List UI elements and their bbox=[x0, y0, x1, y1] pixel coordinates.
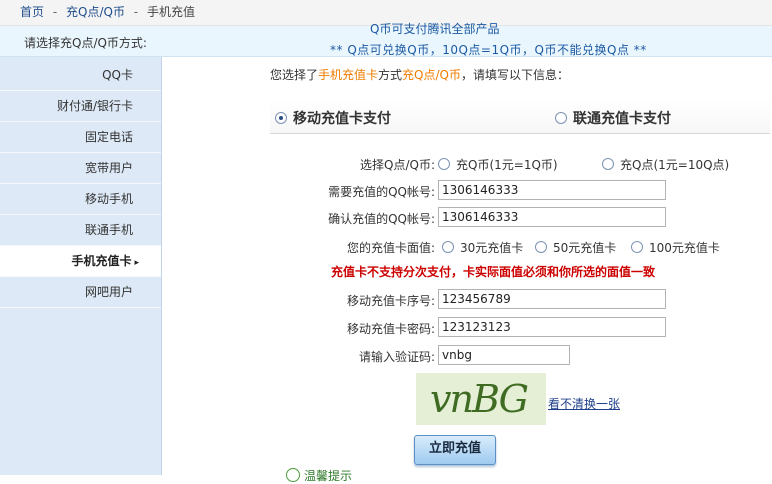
pay-option-mobile-label: 移动充值卡支付 bbox=[293, 111, 391, 127]
form-row-password: 移动充值卡密码: bbox=[162, 317, 772, 339]
sidebar-item-fixed-phone[interactable]: 固定电话 bbox=[0, 122, 161, 153]
face-option-30[interactable]: 30元充值卡 bbox=[442, 239, 523, 256]
captcha-input[interactable] bbox=[438, 345, 570, 365]
sidebar-item-netcafe[interactable]: 网吧用户 bbox=[0, 277, 161, 308]
payment-type-bar: 移动充值卡支付 联通充值卡支付 bbox=[270, 99, 770, 134]
qq-account-label: 需要充值的QQ帐号: bbox=[328, 185, 435, 199]
card-password-input[interactable] bbox=[438, 317, 666, 337]
select-type-label: 选择Q点/Q币: bbox=[360, 158, 435, 172]
radio-icon[interactable] bbox=[535, 241, 547, 253]
form-row-captcha: 请输入验证码: bbox=[162, 345, 772, 367]
qq-account-input[interactable] bbox=[438, 180, 666, 200]
form-row-serial: 移动充值卡序号: bbox=[162, 289, 772, 311]
form-row-qq: 需要充值的QQ帐号: bbox=[162, 180, 772, 202]
sidebar-item-mobile[interactable]: 移动手机 bbox=[0, 184, 161, 215]
card-password-label: 移动充值卡密码: bbox=[346, 322, 435, 336]
radio-icon[interactable] bbox=[555, 112, 567, 124]
recharge-method-label: 请选择充Q点/Q币方式: bbox=[24, 36, 147, 50]
card-serial-label: 移动充值卡序号: bbox=[346, 294, 435, 308]
intro-mid: 方式 bbox=[378, 68, 403, 82]
radio-icon[interactable] bbox=[602, 158, 614, 170]
face-value-label: 您的充值卡面值: bbox=[346, 241, 435, 255]
tip-icon bbox=[286, 468, 300, 482]
face-value-warning: 充值卡不支持分次支付，卡实际面值必须和你所选的面值一致 bbox=[331, 265, 656, 279]
captcha-image: vnBG bbox=[416, 373, 546, 425]
form-row-face-value: 您的充值卡面值: 30元充值卡 50元充值卡 100元充值卡 bbox=[162, 236, 772, 258]
pay-option-unicom-label: 联通充值卡支付 bbox=[573, 111, 671, 127]
sidebar-item-unicom[interactable]: 联通手机 bbox=[0, 215, 161, 246]
captcha-image-text: vnBG bbox=[430, 377, 529, 421]
breadcrumb-separator: - bbox=[133, 5, 139, 19]
pay-option-mobile[interactable]: 移动充值卡支付 bbox=[275, 108, 391, 128]
main-panel: 您选择了手机充值卡方式充Q点/Q币，请填写以下信息： 移动充值卡支付 联通充值卡… bbox=[162, 57, 772, 483]
notice-banner: 请选择充Q点/Q币方式: Q币可支付腾讯全部产品 ** Q点可兑换Q币，10Q点… bbox=[0, 22, 772, 57]
radio-icon[interactable] bbox=[442, 241, 454, 253]
face-option-100[interactable]: 100元充值卡 bbox=[631, 239, 720, 256]
captcha-label: 请输入验证码: bbox=[358, 350, 435, 364]
intro-suffix: ，请填写以下信息： bbox=[460, 68, 569, 82]
breadcrumb-home-link[interactable]: 首页 bbox=[20, 5, 44, 19]
breadcrumb-separator: - bbox=[52, 5, 58, 19]
breadcrumb-current: 手机充值 bbox=[146, 5, 195, 19]
face-option-50[interactable]: 50元充值卡 bbox=[535, 239, 616, 256]
notice-text-line1: Q币可支付腾讯全部产品 bbox=[370, 22, 500, 36]
radio-icon[interactable] bbox=[631, 241, 643, 253]
sidebar-item-broadband[interactable]: 宽带用户 bbox=[0, 153, 161, 184]
form-row-qq-confirm: 确认充值的QQ帐号: bbox=[162, 207, 772, 229]
sidebar-item-phone-card[interactable]: 手机充值卡 ▸ bbox=[0, 246, 161, 277]
form-row-select-type: 选择Q点/Q币: 充Q币(1元=1Q币) 充Q点(1元=10Q点) bbox=[162, 153, 772, 175]
submit-button[interactable]: 立即充值 bbox=[414, 435, 496, 465]
active-arrow-icon: ▸ bbox=[134, 258, 139, 268]
sidebar-item-label: 手机充值卡 bbox=[71, 254, 132, 268]
intro-product: 充Q点/Q币 bbox=[402, 68, 461, 82]
intro-prefix: 您选择了 bbox=[270, 68, 319, 82]
captcha-refresh-link[interactable]: 看不清换一张 bbox=[548, 395, 620, 412]
qq-confirm-label: 确认充值的QQ帐号: bbox=[328, 212, 435, 226]
qq-confirm-input[interactable] bbox=[438, 207, 666, 227]
sidebar-item-qq-card[interactable]: QQ卡 bbox=[0, 60, 161, 91]
card-serial-input[interactable] bbox=[438, 289, 666, 309]
option-qb[interactable]: 充Q币(1元=1Q币) bbox=[438, 156, 558, 173]
breadcrumb-section-link[interactable]: 充Q点/Q币 bbox=[66, 5, 125, 19]
sidebar-item-tenpay-bank[interactable]: 财付通/银行卡 bbox=[0, 91, 161, 122]
sidebar-nav: QQ卡 财付通/银行卡 固定电话 宽带用户 移动手机 联通手机 手机充值卡 ▸ 网… bbox=[0, 57, 162, 475]
pay-option-unicom[interactable]: 联通充值卡支付 bbox=[555, 108, 671, 128]
notice-text-line2: ** Q点可兑换Q币，10Q点=1Q币，Q币不能兑换Q点 ** bbox=[330, 43, 647, 57]
radio-icon[interactable] bbox=[438, 158, 450, 170]
intro-method: 手机充值卡 bbox=[318, 68, 379, 82]
option-qd[interactable]: 充Q点(1元=10Q点) bbox=[602, 156, 729, 173]
tips-heading: 温馨提示 bbox=[286, 467, 352, 484]
radio-selected-icon[interactable] bbox=[275, 112, 287, 124]
intro-text: 您选择了手机充值卡方式充Q点/Q币，请填写以下信息： bbox=[270, 66, 569, 83]
